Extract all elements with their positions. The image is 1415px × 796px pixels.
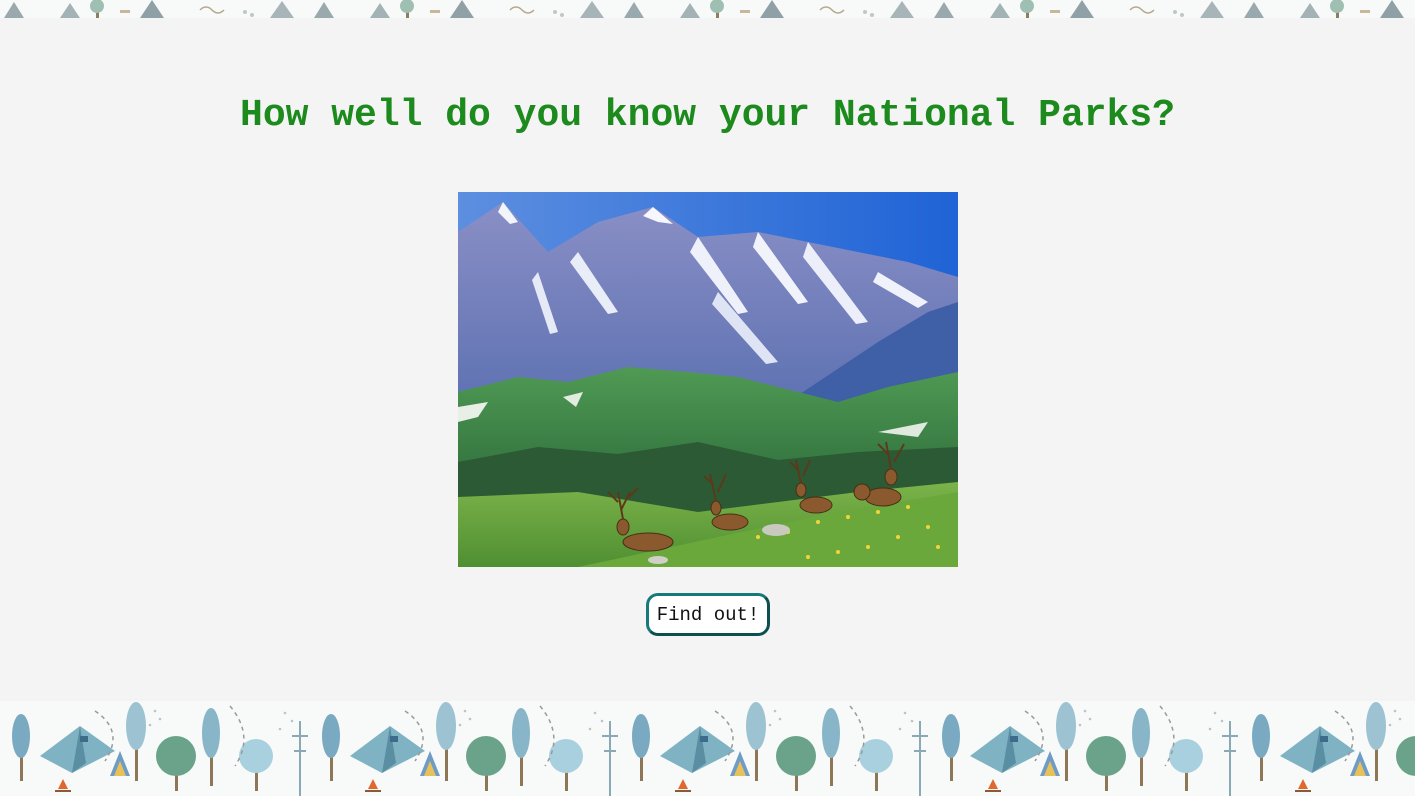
forest-pattern-icon — [0, 0, 1415, 18]
page-title: How well do you know your National Parks… — [240, 94, 1175, 137]
find-out-button[interactable]: Find out! — [646, 593, 770, 636]
hero-image — [458, 192, 958, 567]
camping-forest-pattern-icon — [0, 701, 1415, 796]
bottom-forest-pattern-border — [0, 701, 1415, 796]
main-panel: How well do you know your National Parks… — [0, 18, 1415, 701]
mountain-elk-image — [458, 192, 958, 567]
top-forest-pattern-border — [0, 0, 1415, 18]
